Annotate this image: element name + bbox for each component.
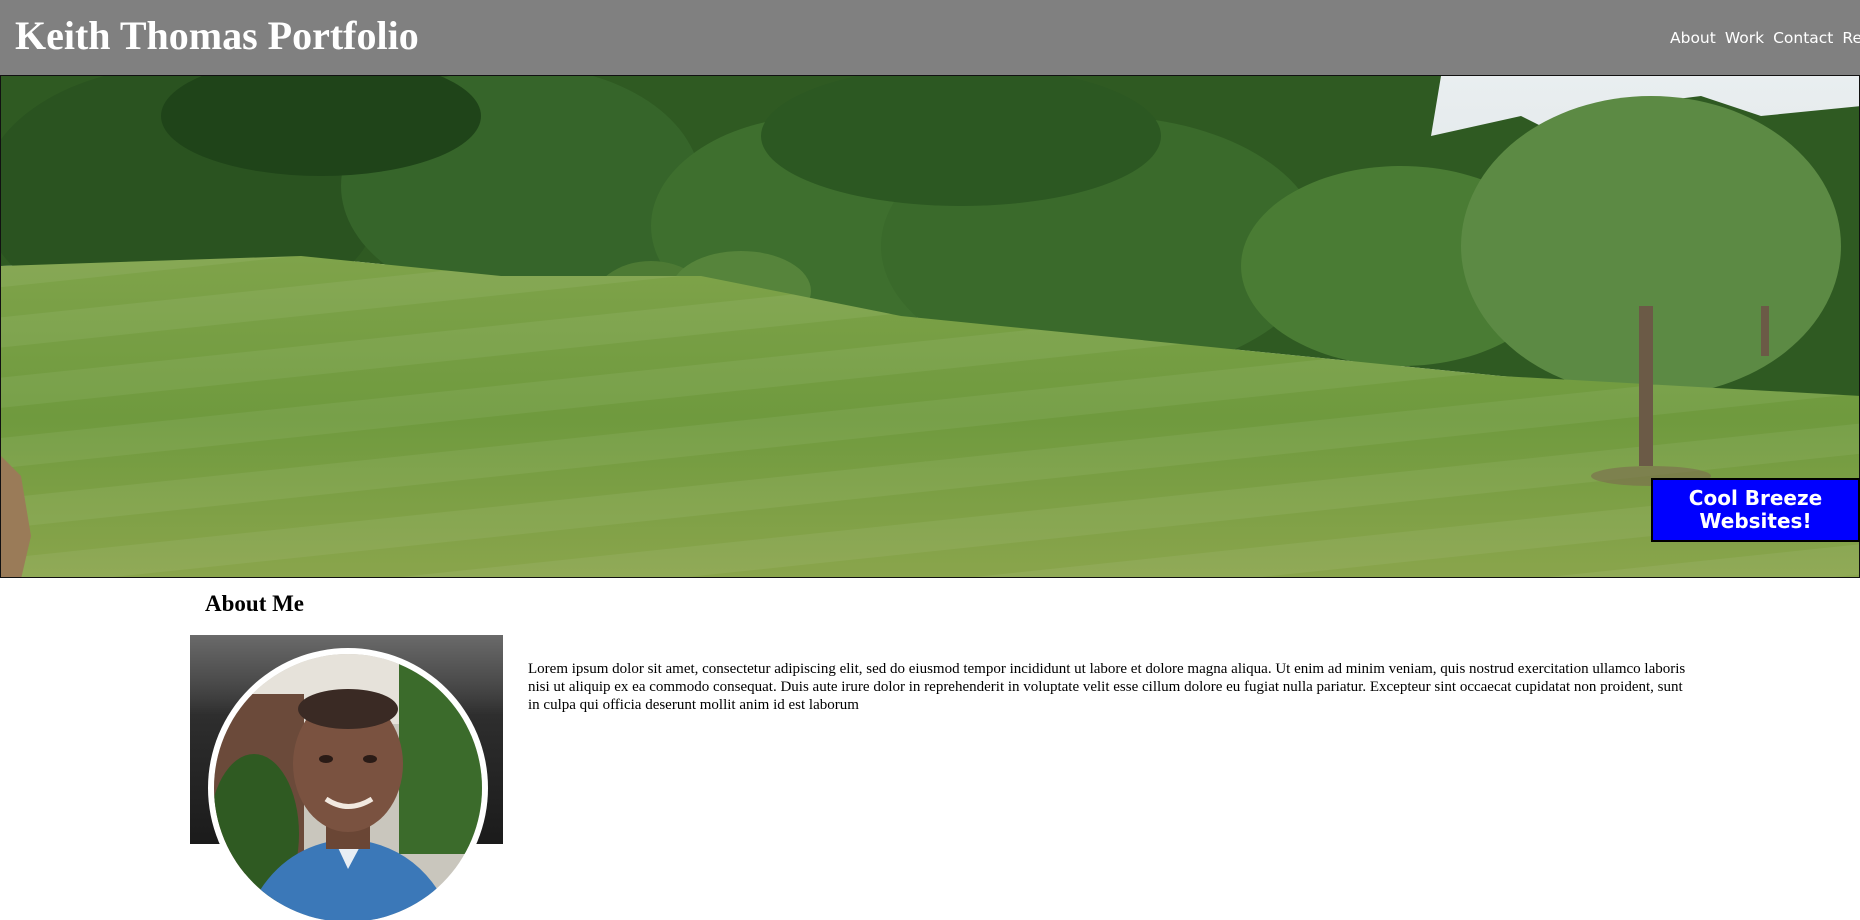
hero-banner-image (0, 75, 1860, 578)
main-nav: About Work Contact Resume (1670, 0, 1860, 75)
nav-link-contact[interactable]: Contact (1773, 29, 1833, 47)
site-header: Keith Thomas Portfolio About Work Contac… (0, 0, 1860, 75)
cta-label: Cool Breeze Websites! (1688, 486, 1823, 533)
profile-avatar (208, 648, 488, 920)
lawn-landscape-image (1, 76, 1859, 577)
nav-link-resume[interactable]: Resume (1842, 29, 1860, 47)
nav-link-work[interactable]: Work (1725, 29, 1764, 47)
about-paragraph: Lorem ipsum dolor sit amet, consectetur … (528, 661, 1686, 713)
nav-link-about[interactable]: About (1670, 29, 1716, 47)
site-title: Keith Thomas Portfolio (15, 13, 419, 58)
profile-photo (214, 654, 482, 920)
cool-breeze-websites-button[interactable]: Cool Breeze Websites! (1651, 478, 1860, 542)
about-heading: About Me (205, 591, 305, 616)
